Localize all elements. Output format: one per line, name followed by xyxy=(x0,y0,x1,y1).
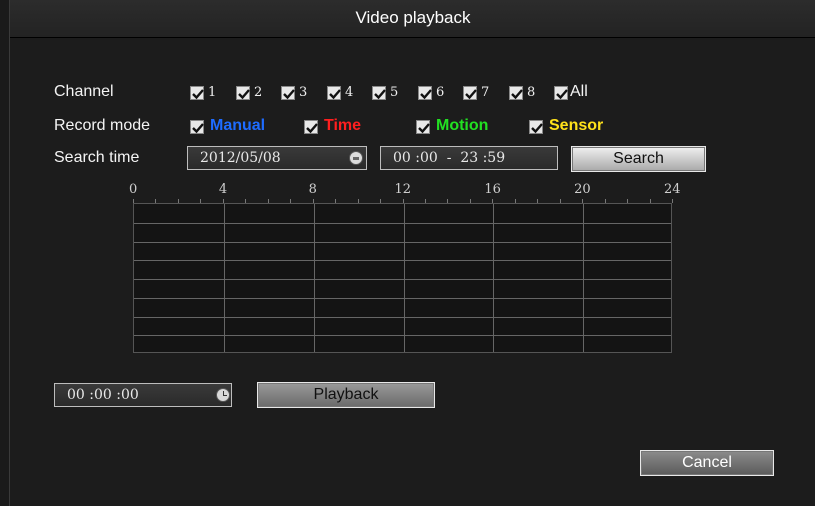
channel-3-checkbox[interactable] xyxy=(281,86,295,100)
playback-time-value: 00 :00 :00 xyxy=(67,387,139,403)
check-icon xyxy=(238,89,250,100)
grid-column-line xyxy=(583,204,585,352)
channel-4-checkbox[interactable] xyxy=(327,86,341,100)
channel-7-label: 7 xyxy=(481,85,490,100)
record-mode-label: Record mode xyxy=(54,117,151,134)
channel-6-label: 6 xyxy=(436,85,445,100)
check-icon xyxy=(531,123,543,134)
channel-8-checkbox[interactable] xyxy=(509,86,523,100)
channel-all-label: All xyxy=(570,83,588,100)
motion-checkbox[interactable] xyxy=(416,120,430,134)
channel-label: Channel xyxy=(54,83,114,100)
grid-row-line xyxy=(134,241,671,243)
window-title: Video playback xyxy=(10,0,815,38)
hour-label-8: 8 xyxy=(308,182,317,197)
clock-icon[interactable] xyxy=(216,388,230,402)
timeline-grid[interactable] xyxy=(133,203,672,353)
grid-row-line xyxy=(134,297,671,299)
check-icon xyxy=(329,89,341,100)
search-button[interactable]: Search xyxy=(571,146,706,172)
manual-checkbox[interactable] xyxy=(190,120,204,134)
channel-1-checkbox[interactable] xyxy=(190,86,204,100)
cancel-button[interactable]: Cancel xyxy=(640,450,774,476)
hour-label-0: 0 xyxy=(129,182,138,197)
search-time-label: Search time xyxy=(54,149,140,166)
check-icon xyxy=(192,123,204,134)
grid-row-line xyxy=(134,222,671,224)
playback-button[interactable]: Playback xyxy=(257,382,435,408)
time-range-value: 00 :00 - 23 :59 xyxy=(393,150,506,166)
channel-2-label: 2 xyxy=(254,85,263,100)
channel-6-checkbox[interactable] xyxy=(418,86,432,100)
check-icon xyxy=(192,89,204,100)
check-icon xyxy=(374,89,386,100)
hour-tick xyxy=(672,199,673,203)
channel-8-label: 8 xyxy=(527,85,536,100)
manual-label: Manual xyxy=(210,117,266,134)
grid-row-line xyxy=(134,279,671,280)
check-icon xyxy=(418,123,430,134)
channel-all-checkbox[interactable] xyxy=(554,86,568,100)
channel-5-label: 5 xyxy=(390,85,399,100)
grid-column-line xyxy=(313,204,315,352)
time-checkbox[interactable] xyxy=(304,120,318,134)
calendar-icon[interactable] xyxy=(349,151,363,165)
check-icon xyxy=(306,123,318,134)
grid-column-line xyxy=(223,204,225,352)
date-value: 2012/05/08 xyxy=(200,150,281,166)
grid-row-line xyxy=(134,316,671,318)
channel-7-checkbox[interactable] xyxy=(463,86,477,100)
sensor-label: Sensor xyxy=(549,117,604,134)
check-icon xyxy=(556,89,568,100)
motion-label: Motion xyxy=(436,117,489,134)
hour-label-16: 16 xyxy=(484,182,501,197)
hour-label-20: 20 xyxy=(574,182,591,197)
hour-label-24: 24 xyxy=(664,182,681,197)
check-icon xyxy=(283,89,295,100)
channel-5-checkbox[interactable] xyxy=(372,86,386,100)
time-range-field[interactable]: 00 :00 - 23 :59 xyxy=(380,146,558,170)
channel-1-label: 1 xyxy=(208,85,217,100)
channel-4-label: 4 xyxy=(345,85,354,100)
check-icon xyxy=(420,89,432,100)
sensor-checkbox[interactable] xyxy=(529,120,543,134)
date-field[interactable]: 2012/05/08 xyxy=(187,146,367,170)
grid-row-line xyxy=(134,260,671,262)
channel-3-label: 3 xyxy=(299,85,308,100)
check-icon xyxy=(511,89,523,100)
playback-time-field[interactable]: 00 :00 :00 xyxy=(54,383,232,407)
channel-2-checkbox[interactable] xyxy=(236,86,250,100)
check-icon xyxy=(465,89,477,100)
time-label: Time xyxy=(324,117,362,134)
hour-label-4: 4 xyxy=(218,182,228,197)
grid-column-line xyxy=(493,204,495,352)
video-playback-window: Video playback Channel 1 2 3 4 5 6 7 8 All Recor… xyxy=(9,0,815,506)
grid-row-line xyxy=(134,335,671,337)
hour-label-12: 12 xyxy=(394,182,412,197)
grid-column-line xyxy=(403,204,405,352)
